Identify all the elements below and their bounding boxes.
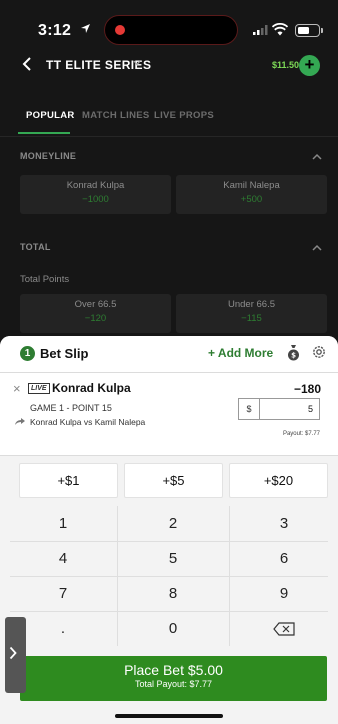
quick-add-20-button[interactable]: +$20	[229, 463, 328, 498]
section-label: MONEYLINE	[20, 151, 77, 161]
back-chevron-icon[interactable]	[22, 57, 32, 71]
chevron-up-icon[interactable]	[312, 244, 322, 251]
status-bar: 3:12	[0, 0, 338, 50]
moneyline-option-1[interactable]: Konrad Kulpa −1000	[20, 175, 171, 214]
total-section-header[interactable]: TOTAL	[0, 238, 338, 258]
total-option-under[interactable]: Under 66.5 −115	[176, 294, 327, 333]
bet-slip-title: Bet Slip	[40, 346, 89, 361]
stake-input[interactable]: $ 5	[238, 398, 320, 420]
section-label: TOTAL	[20, 242, 51, 252]
recording-dot-icon	[115, 25, 125, 35]
currency-symbol: $	[239, 399, 260, 419]
bet-selection-card: × LIVE Konrad Kulpa −180 GAME 1 - POINT …	[0, 373, 338, 455]
deposit-plus-button[interactable]: +	[299, 55, 320, 76]
battery-cap	[321, 28, 323, 33]
option-price: −1000	[82, 194, 109, 205]
quick-amount-row: +$1 +$5 +$20	[0, 456, 338, 506]
key-7[interactable]: 7	[10, 576, 116, 611]
quick-add-1-button[interactable]: +$1	[19, 463, 118, 498]
bet-slip-header: 1 Bet Slip + Add More $	[0, 336, 338, 372]
moneyline-section-header[interactable]: MONEYLINE	[0, 147, 338, 167]
option-name: Kamil Nalepa	[223, 180, 280, 191]
cellular-signal-icon	[253, 25, 268, 35]
live-badge: LIVE	[28, 383, 50, 394]
event-link-arrow-icon	[15, 418, 25, 425]
wifi-icon	[272, 23, 288, 36]
key-3[interactable]: 3	[230, 506, 338, 541]
key-1[interactable]: 1	[10, 506, 116, 541]
total-payout-label: Total Payout: $7.77	[134, 679, 213, 689]
home-indicator	[115, 714, 223, 718]
key-4[interactable]: 4	[10, 541, 116, 576]
money-bag-icon[interactable]: $	[287, 344, 300, 361]
backspace-icon	[273, 622, 295, 636]
quick-add-5-button[interactable]: +$5	[124, 463, 223, 498]
place-bet-button[interactable]: Place Bet $5.00 Total Payout: $7.77	[20, 656, 327, 701]
divider	[0, 136, 338, 137]
selection-name: Konrad Kulpa	[52, 381, 131, 395]
tab-popular[interactable]: POPULAR	[26, 110, 75, 121]
option-price: +500	[240, 194, 263, 205]
battery-icon	[295, 24, 320, 37]
event-name: Konrad Kulpa vs Kamil Nalepa	[30, 417, 146, 427]
place-bet-label: Place Bet $5.00	[124, 662, 223, 678]
backspace-key[interactable]	[230, 611, 338, 646]
moneyline-option-2[interactable]: Kamil Nalepa +500	[176, 175, 327, 214]
option-name: Under 66.5	[227, 299, 275, 310]
svg-text:$: $	[291, 352, 296, 360]
option-price: −115	[241, 313, 262, 324]
tab-match-lines[interactable]: MATCH LINES	[82, 110, 150, 121]
account-balance[interactable]: $11.50	[272, 60, 299, 70]
chevron-right-icon[interactable]	[9, 646, 17, 660]
key-5[interactable]: 5	[118, 541, 228, 576]
selection-odds: −180	[293, 382, 321, 396]
add-more-button[interactable]: + Add More	[208, 346, 273, 360]
bet-count-badge: 1	[20, 346, 35, 361]
status-time: 3:12	[38, 22, 72, 39]
active-tab-indicator	[18, 132, 70, 134]
tab-live-props[interactable]: LIVE PROPS	[154, 110, 214, 121]
numeric-keypad: 1 2 3 4 5 6 7 8 9 . 0	[0, 506, 338, 646]
chevron-up-icon[interactable]	[312, 153, 322, 160]
key-8[interactable]: 8	[118, 576, 228, 611]
chevron-down-icon[interactable]	[133, 60, 141, 66]
payout-label: Payout: $7.77	[282, 431, 320, 437]
option-price: −120	[84, 313, 107, 324]
location-arrow-icon	[81, 24, 90, 33]
stake-value: 5	[307, 404, 313, 414]
option-name: Konrad Kulpa	[66, 180, 125, 191]
nav-bar: TT ELITE SERIES $11.50 +	[0, 50, 338, 80]
key-0[interactable]: 0	[118, 611, 228, 646]
dynamic-island	[104, 15, 238, 45]
bet-slip-sheet: 1 Bet Slip + Add More $ × LIVE Konrad Ku…	[0, 336, 338, 724]
settings-gear-icon[interactable]	[311, 344, 327, 360]
key-6[interactable]: 6	[230, 541, 338, 576]
selection-market: GAME 1 - POINT 15	[30, 403, 112, 413]
total-points-label: Total Points	[20, 274, 70, 285]
key-9[interactable]: 9	[230, 576, 338, 611]
market-tabs: POPULAR MATCH LINES LIVE PROPS	[0, 104, 338, 134]
option-name: Over 66.5	[74, 299, 117, 310]
total-option-over[interactable]: Over 66.5 −120	[20, 294, 171, 333]
key-2[interactable]: 2	[118, 506, 228, 541]
remove-selection-icon[interactable]: ×	[13, 382, 21, 395]
